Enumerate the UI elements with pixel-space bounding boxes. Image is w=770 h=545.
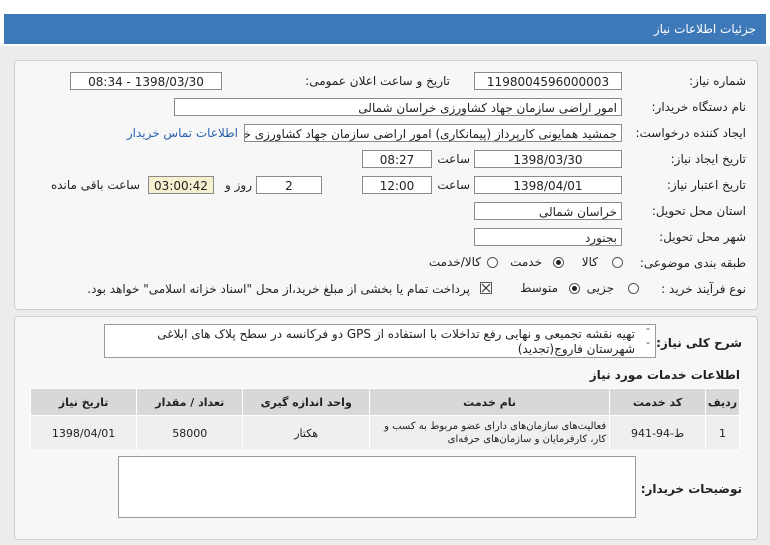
province-field: خراسان شمالی	[474, 202, 622, 220]
col-date: تاریخ نیاز	[29, 388, 138, 416]
create-date-label: تاریخ ایجاد نیاز:	[670, 152, 746, 166]
checkbox-x-icon	[481, 283, 491, 293]
process-option-medium: متوسط	[520, 281, 558, 295]
valid-date-field: 1398/04/01	[474, 176, 622, 194]
buyer-org-label: نام دستگاه خریدار:	[651, 100, 747, 114]
announce-label: تاریخ و ساعت اعلان عمومی:	[305, 74, 450, 88]
table-row: 1 ط-94-941 فعالیت‌های سازمان‌های دارای ع…	[29, 415, 740, 451]
services-table-header: ردیف کد خدمت نام خدمت واحد اندازه گیری ت…	[29, 388, 740, 416]
cell-code: ط-94-941	[609, 415, 706, 451]
process-radio-medium[interactable]	[569, 283, 580, 294]
general-desc-label: شرح کلی نیاز:	[656, 336, 742, 350]
title-bar: جزئیات اطلاعات نیاز	[4, 14, 766, 44]
cell-unit: هکتار	[242, 415, 371, 451]
treasury-checkbox[interactable]	[480, 282, 492, 294]
col-name: نام خدمت	[369, 388, 611, 416]
services-table: ردیف کد خدمت نام خدمت واحد اندازه گیری ت…	[29, 388, 740, 451]
window-title: جزئیات اطلاعات نیاز	[653, 22, 756, 36]
remaining-time-field: 03:00:42	[148, 176, 214, 194]
remaining-label: ساعت باقی مانده	[50, 178, 140, 192]
general-desc-text: تهیه نقشه تجمیعی و نهایی رفع تداخلات با …	[157, 327, 635, 356]
valid-date-label: تاریخ اعتبار نیاز:	[666, 178, 746, 192]
category-option-goods-service: کالا/خدمت	[428, 255, 481, 269]
valid-time-field: 12:00	[362, 176, 432, 194]
days-label: روز و	[225, 178, 252, 192]
cell-qty: 58000	[136, 415, 244, 451]
category-option-service: خدمت	[510, 255, 542, 269]
buyer-notes-text	[119, 457, 635, 465]
need-number-field: 1198004596000003	[474, 72, 622, 90]
create-date-field: 1398/03/30	[474, 150, 622, 168]
province-label: استان محل تحویل:	[651, 204, 746, 218]
category-radio-goods-service[interactable]	[487, 257, 498, 268]
payment-note: پرداخت تمام یا بخشی از مبلغ خرید،از محل …	[87, 282, 470, 296]
process-radio-minor[interactable]	[628, 283, 639, 294]
city-label: شهر محل تحویل:	[659, 230, 746, 244]
requester-field: جمشید همایونی کارپرداز (پیمانکاری) امور …	[244, 124, 622, 142]
category-label: طبقه بندی موضوعی:	[639, 256, 746, 270]
cell-date: 1398/04/01	[29, 415, 138, 451]
category-radio-goods[interactable]	[612, 257, 623, 268]
buyer-org-field: امور اراضی سازمان جهاد کشاورزی خراسان شم…	[174, 98, 622, 116]
process-label: نوع فرآیند خرید :	[661, 282, 746, 296]
col-row: ردیف	[705, 388, 740, 416]
contact-info-link[interactable]: اطلاعات تماس خریدار	[127, 126, 238, 140]
buyer-notes-label: توضیحات خریدار:	[640, 482, 742, 496]
create-time-field: 08:27	[362, 150, 432, 168]
buyer-notes-box	[118, 456, 636, 518]
category-option-goods: کالا	[581, 255, 598, 269]
need-number-label: شماره نیاز:	[689, 74, 746, 88]
announce-field: 1398/03/30 - 08:34	[70, 72, 222, 90]
cell-row: 1	[705, 415, 740, 451]
valid-time-label: ساعت	[437, 178, 470, 192]
general-desc-box: تهیه نقشه تجمیعی و نهایی رفع تداخلات با …	[104, 324, 656, 358]
cell-name: فعالیت‌های سازمان‌های دارای عضو مربوط به…	[369, 415, 611, 451]
city-field: بجنورد	[474, 228, 622, 246]
days-field: 2	[256, 176, 322, 194]
create-time-label: ساعت	[437, 152, 470, 166]
category-radio-service[interactable]	[553, 257, 564, 268]
requester-label: ایجاد کننده درخواست:	[635, 126, 746, 140]
col-qty: تعداد / مقدار	[136, 388, 244, 416]
col-code: کد خدمت	[609, 388, 706, 416]
process-option-minor: جزیی	[586, 281, 614, 295]
scroll-arrows-icon[interactable]: ⌃ ⌄	[643, 327, 653, 347]
services-title: اطلاعات خدمات مورد نیاز	[589, 368, 740, 382]
col-unit: واحد اندازه گیری	[242, 388, 371, 416]
